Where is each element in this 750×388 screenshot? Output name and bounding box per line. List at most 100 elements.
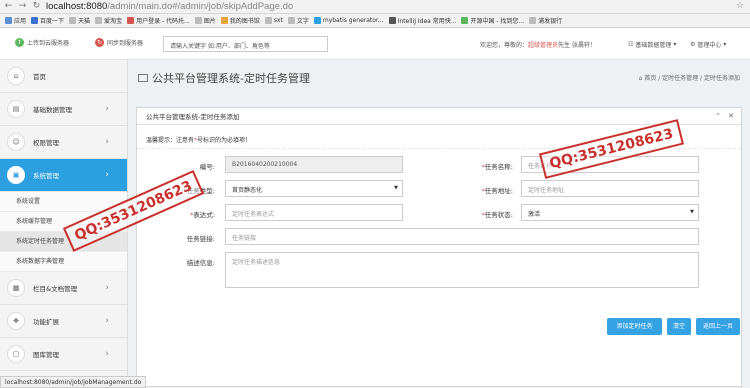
page-icon [127, 17, 135, 24]
sidebar-item-extensions[interactable]: ❖ 功能扩展 › [0, 305, 127, 338]
upload-cloud-button[interactable]: ↑ 上传到云服务器 [15, 38, 69, 47]
sidebar-item-label: 首页 [33, 73, 46, 81]
sidebar-item-label: 基础数据管理 [33, 106, 72, 114]
page-icon [69, 17, 77, 24]
task-status-label: *任务状态: [481, 211, 513, 219]
bookmark-item[interactable]: 开源中国 - 找到您... [461, 16, 524, 25]
apps-icon [5, 17, 12, 24]
task-url-label: *任务地址: [481, 187, 513, 195]
page-icon [388, 17, 396, 24]
code-label: 编号: [199, 163, 215, 171]
window-icon [138, 74, 148, 82]
task-link-label: 任务链接: [186, 235, 215, 243]
chevron-right-icon: › [105, 104, 109, 114]
monitor-icon: ▣ [7, 166, 25, 184]
user-role: 超级管理员 [528, 42, 559, 49]
page-title: 公共平台管理系统-定时任务管理 [138, 70, 310, 86]
home-icon: ⌂ [7, 67, 25, 85]
url-path: /admin/main.do#/admin/job/skipAddPage.do [107, 1, 294, 12]
page-title-text: 公共平台管理系统-定时任务管理 [152, 72, 310, 85]
doc-icon: ▩ [7, 279, 25, 297]
bookmark-item[interactable]: 应用 [5, 16, 26, 25]
chevron-down-icon: ▾ [723, 41, 727, 48]
bookmark-item[interactable]: mybatis generator... [313, 17, 384, 24]
bookmark-item[interactable]: 爱淘宝 [95, 16, 122, 25]
description-textarea[interactable]: 定时任务描述信息 [225, 252, 699, 288]
clear-button[interactable]: 清空 [667, 318, 691, 335]
bookmark-item[interactable]: 用户登录 - 代码托... [127, 16, 190, 25]
bookmark-star-icon[interactable]: ☆ [736, 1, 744, 11]
sidebar-item-label: 功能扩展 [33, 318, 59, 326]
forward-icon[interactable]: → [17, 1, 28, 12]
back-icon[interactable]: ← [3, 1, 14, 12]
welcome-text: 欢迎您，尊敬的：超级管理员先生 张晨轩！ [480, 42, 596, 49]
main-content: 公共平台管理系统-定时任务管理 ⌂ 首页 / 定时任务管理 / 定时任务添加 公… [128, 60, 750, 388]
page-icon [264, 17, 272, 24]
task-name-label: *任务名称: [481, 163, 513, 171]
sidebar-item-permissions[interactable]: ☺ 权限管理 › [0, 126, 127, 159]
basic-data-menu[interactable]: ☷ 基础数据管理 ▾ [628, 40, 676, 49]
sidebar-item-label: 权限管理 [33, 139, 59, 147]
bookmark-item[interactable]: 百度一下 [31, 16, 64, 25]
bookmarks-bar: 应用 百度一下 天猫 爱淘宝 用户登录 - 代码托... 图片 我的图书馆 sx… [0, 14, 750, 28]
code-field: B2016040200210004 [225, 156, 403, 173]
task-type-select[interactable]: 首页静态化 ▼ [225, 180, 403, 197]
sidebar-item-gallery[interactable]: ▢ 图库管理 › [0, 338, 127, 371]
sidebar-item-columns-docs[interactable]: ▩ 栏目&文档管理 › [0, 272, 127, 305]
app-header: ↑ 上传到云服务器 ↻ 同步到服务器 请输入关键字 如:用户、部门、角色等 欢迎… [0, 28, 750, 60]
sidebar-item-basic-data[interactable]: ▤ 基础数据管理 › [0, 93, 127, 126]
description-label: 描述信息: [186, 259, 215, 267]
panel-header: 公共平台管理系统-定时任务添加 ⌃ ✕ [137, 108, 741, 125]
chevron-right-icon: › [105, 170, 109, 180]
library-icon [220, 17, 228, 24]
file-icon: ▤ [7, 100, 25, 118]
add-job-button[interactable]: 添加定时任务 [607, 318, 662, 335]
cloud-upload-icon: ↑ [15, 38, 24, 47]
gear-icon: ⚙ [690, 41, 696, 48]
upload-label: 上传到云服务器 [27, 40, 70, 47]
sidebar-item-label: 栏目&文档管理 [33, 285, 78, 293]
chevron-right-icon: › [105, 283, 109, 293]
breadcrumb-text: 首页 / 定时任务管理 / 定时任务添加 [644, 75, 740, 82]
sidebar-item-system[interactable]: ▣ 系统管理 › [0, 159, 127, 192]
baidu-icon [31, 17, 39, 24]
bookmark-item[interactable]: 我的图书馆 [220, 16, 260, 25]
search-input[interactable]: 请输入关键字 如:用户、部门、角色等 [163, 36, 328, 52]
management-center-menu[interactable]: ⚙ 管理中心 ▾ [690, 40, 726, 49]
bookmark-item[interactable]: sxt [264, 17, 283, 24]
back-button[interactable]: 返回上一页 [696, 318, 740, 335]
page-icon [95, 17, 103, 24]
url-host: localhost:8080 [46, 1, 108, 12]
close-icon[interactable]: ✕ [728, 112, 734, 120]
page-icon [461, 17, 469, 24]
collapse-icon[interactable]: ⌃ [715, 112, 721, 120]
bookmark-item[interactable]: 文字 [287, 16, 309, 25]
grid-icon: ☷ [628, 41, 634, 48]
page-icon [194, 17, 202, 24]
url-field[interactable]: localhost:8080/admin/main.do#/admin/job/… [46, 1, 293, 12]
bookmark-item[interactable]: IntelliJ Idea 常用快... [388, 16, 456, 25]
bookmark-item[interactable]: 浦发银行 [529, 16, 562, 25]
dropdown-caret-icon: ▼ [690, 209, 694, 215]
sync-label: 同步到服务器 [107, 40, 144, 47]
sidebar-subitem-dictionary[interactable]: 系统数据字典管理 [0, 252, 127, 272]
browser-status-bar: localhost:8080/admin/job/jobManagement.d… [0, 376, 147, 388]
bookmark-item[interactable]: 图片 [194, 16, 216, 25]
task-status-select[interactable]: 激活 ▼ [521, 204, 699, 221]
reload-icon[interactable]: ↻ [31, 1, 42, 12]
sync-icon: ↻ [95, 38, 104, 47]
chevron-right-icon: › [105, 137, 109, 147]
browser-address-bar: ← → ↻ localhost:8080/admin/main.do#/admi… [0, 0, 750, 14]
page-icon [529, 17, 537, 24]
sync-server-button[interactable]: ↻ 同步到服务器 [95, 38, 143, 47]
panel-title: 公共平台管理系统-定时任务添加 [146, 113, 240, 121]
page-icon [313, 17, 321, 24]
sidebar-item-label: 图库管理 [33, 351, 59, 359]
task-url-input[interactable]: 定时任务地址 [521, 180, 699, 197]
puzzle-icon: ❖ [7, 312, 25, 330]
expression-input[interactable]: 定时任务表达式 [225, 204, 403, 221]
breadcrumb[interactable]: ⌂ 首页 / 定时任务管理 / 定时任务添加 [639, 73, 740, 82]
sidebar-item-home[interactable]: ⌂ 首页 [0, 60, 127, 93]
task-link-input[interactable]: 任务链接 [225, 228, 699, 245]
bookmark-item[interactable]: 天猫 [69, 16, 90, 25]
